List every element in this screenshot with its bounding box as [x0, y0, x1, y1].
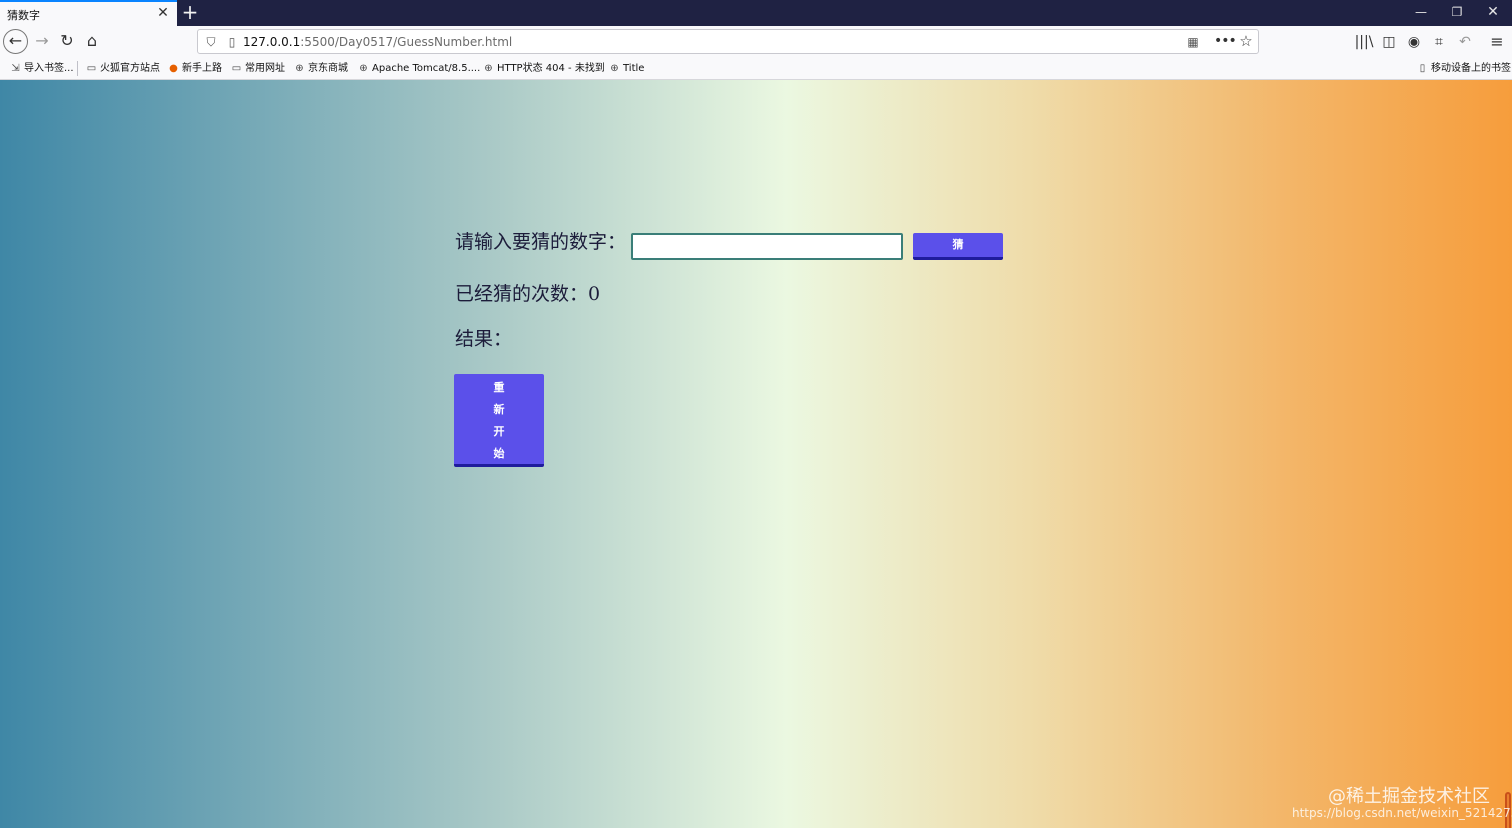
import-icon: ⇲ — [11, 63, 20, 74]
bookmark-label: HTTP状态 404 - 未找到 — [497, 63, 605, 74]
nav-toolbar: ← → ↻ ⌂ ⛉ ▯ 127.0.0.1:5500/Day0517/Guess… — [0, 26, 1512, 57]
folder-icon: ▭ — [231, 63, 242, 74]
forward-icon[interactable]: → — [30, 29, 54, 53]
folder-icon: ▭ — [86, 63, 97, 74]
window-restore-button[interactable]: ❐ — [1443, 3, 1471, 21]
watermark-url: https://blog.csdn.net/weixin_52142731 — [1292, 806, 1512, 820]
bookmark-label: Apache Tomcat/8.5.... — [372, 63, 481, 74]
undo-icon[interactable]: ↶ — [1455, 32, 1475, 52]
bookmark-label: 新手上路 — [182, 63, 222, 74]
bookmark-label: Title — [623, 63, 645, 74]
qr-code-icon[interactable]: ▦ — [1186, 34, 1200, 50]
bookmark-import[interactable]: ⇲ 导入书签... — [9, 61, 74, 77]
bookmarks-bar: ⇲ 导入书签... ▭ 火狐官方站点 ● 新手上路 ▭ 常用网址 ⊕ 京东商城 ⊕ Apac… — [0, 57, 1512, 80]
globe-icon: ⊕ — [610, 63, 619, 74]
guess-prompt-label: 请输入要猜的数字： — [455, 231, 627, 253]
bookmark-label: 导入书签... — [24, 63, 74, 74]
tab-title: 猜数字 — [7, 9, 40, 22]
window-minimize-button[interactable]: — — [1407, 3, 1435, 21]
tab-close-icon[interactable]: ✕ — [156, 5, 170, 21]
guess-input[interactable] — [631, 233, 903, 260]
window-close-button[interactable]: ✕ — [1479, 3, 1507, 21]
sidebar-icon[interactable]: ◫ — [1379, 32, 1399, 52]
url-bar[interactable]: ⛉ ▯ 127.0.0.1:5500/Day0517/GuessNumber.h… — [197, 29, 1259, 54]
bookmark-label: 京东商城 — [308, 63, 348, 74]
page-actions-icon[interactable]: ••• — [1214, 33, 1237, 50]
screenshot-icon[interactable]: ⌗ — [1429, 32, 1449, 52]
globe-icon: ⊕ — [484, 63, 493, 74]
reload-icon[interactable]: ↻ — [55, 29, 79, 53]
bookmark-label: 移动设备上的书签 — [1431, 63, 1511, 74]
bookmark-label: 火狐官方站点 — [100, 63, 160, 74]
home-icon[interactable]: ⌂ — [80, 29, 104, 53]
bookmark-firefox-site[interactable]: ▭ 火狐官方站点 — [85, 61, 160, 77]
back-icon[interactable]: ← — [3, 29, 28, 54]
bookmark-separator — [77, 61, 78, 76]
firefox-icon: ● — [169, 63, 178, 74]
guess-count: 已经猜的次数：0 — [455, 281, 600, 307]
tracking-shield-icon[interactable]: ⛉ — [204, 34, 218, 50]
globe-icon: ⊕ — [359, 63, 368, 74]
bookmark-jd[interactable]: ⊕ 京东商城 — [293, 61, 348, 77]
restart-button-label: 重新开始 — [493, 381, 505, 460]
guess-count-label: 已经猜的次数： — [455, 283, 589, 305]
mobile-icon: ▯ — [1419, 63, 1426, 74]
bookmark-tomcat[interactable]: ⊕ Apache Tomcat/8.5.... — [357, 61, 480, 77]
restart-button[interactable]: 重新开始 — [454, 374, 544, 467]
tab-active[interactable]: 猜数字 ✕ — [0, 0, 177, 26]
tab-strip: 猜数字 ✕ + — ❐ ✕ — [0, 0, 1512, 26]
guess-button[interactable]: 猜 — [913, 233, 1003, 260]
account-icon[interactable]: ◉ — [1404, 32, 1424, 52]
bookmark-mobile[interactable]: ▯ 移动设备上的书签 — [1416, 61, 1511, 77]
new-tab-button[interactable]: + — [180, 1, 200, 23]
guess-count-value: 0 — [588, 283, 601, 305]
result-label: 结果： — [455, 328, 513, 350]
watermark-text: @稀土掘金技术社区 — [1328, 786, 1490, 807]
bookmark-getting-started[interactable]: ● 新手上路 — [167, 61, 222, 77]
page-content: 请输入要猜的数字： 猜 已经猜的次数：0 结果： 重新开始 — [0, 80, 1512, 828]
bookmark-label: 常用网址 — [245, 63, 285, 74]
url-host: 127.0.0.1 — [243, 35, 301, 49]
result: 结果： — [455, 326, 512, 352]
globe-icon: ⊕ — [295, 63, 304, 74]
page-info-icon[interactable]: ▯ — [226, 34, 238, 50]
url-text[interactable]: 127.0.0.1:5500/Day0517/GuessNumber.html — [243, 34, 512, 50]
library-icon[interactable]: |||\ — [1354, 32, 1374, 52]
menu-icon[interactable]: ≡ — [1487, 32, 1507, 52]
bookmark-star-icon[interactable]: ☆ — [1238, 33, 1254, 50]
bookmark-http-404[interactable]: ⊕ HTTP状态 404 - 未找到 — [482, 61, 605, 77]
bookmark-common-sites[interactable]: ▭ 常用网址 — [230, 61, 285, 77]
bookmark-title[interactable]: ⊕ Title — [608, 61, 644, 77]
url-path: :5500/Day0517/GuessNumber.html — [300, 35, 513, 49]
